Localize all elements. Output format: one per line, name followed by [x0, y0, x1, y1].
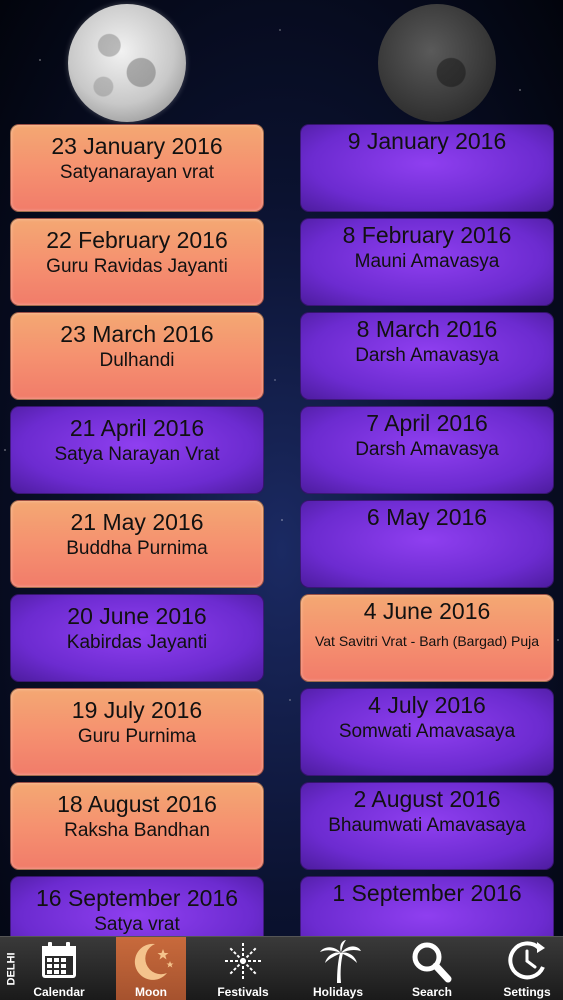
card-date: 19 July 2016 [71, 697, 203, 723]
amavasya-card[interactable]: 6 May 2016 [300, 500, 554, 588]
card-date: 7 April 2016 [366, 410, 488, 436]
moon-icon [134, 943, 174, 980]
search-icon [412, 942, 452, 983]
clock-icon [508, 941, 545, 980]
tab-search[interactable]: Search [397, 937, 467, 1000]
card-event: Somwati Amavasaya [338, 721, 516, 742]
card-event: Mauni Amavasya [354, 251, 500, 272]
tab-bar: DELHI Calendar Moon Festivals Holidays S… [0, 936, 563, 1000]
card-event: Darsh Amavasya [355, 439, 499, 460]
card-event: Buddha Purnima [66, 538, 208, 559]
palm-tree-icon [320, 940, 361, 983]
tab-label: Search [411, 985, 453, 999]
card-date: 8 March 2016 [356, 316, 498, 342]
purnima-card[interactable]: 19 July 2016 Guru Purnima [10, 688, 264, 776]
card-date: 6 May 2016 [366, 504, 488, 530]
tab-holidays[interactable]: Holidays [303, 937, 373, 1000]
card-event: Darsh Amavasya [355, 345, 499, 366]
card-event: Satya vrat [94, 914, 180, 935]
amavasya-card[interactable]: 9 January 2016 [300, 124, 554, 212]
card-event: Satya Narayan Vrat [54, 444, 220, 465]
card-date: 4 June 2016 [363, 598, 491, 624]
card-event: Kabirdas Jayanti [66, 632, 208, 653]
card-event: Dulhandi [99, 350, 175, 371]
card-event: Vat Savitri Vrat - Barh (Bargad) Puja [314, 633, 540, 649]
amavasya-card[interactable]: 8 March 2016 Darsh Amavasya [300, 312, 554, 400]
card-date: 4 July 2016 [368, 692, 486, 718]
amavasya-card[interactable]: 4 June 2016 Vat Savitri Vrat - Barh (Barg… [300, 594, 554, 682]
tab-label: Calendar [33, 985, 85, 999]
card-date: 18 August 2016 [57, 791, 217, 817]
card-date: 23 January 2016 [51, 133, 223, 159]
tab-calendar[interactable]: Calendar [24, 937, 94, 1000]
tab-label: Festivals [217, 985, 269, 999]
purnima-card[interactable]: 20 June 2016 Kabirdas Jayanti [10, 594, 264, 682]
calendar-icon [42, 942, 76, 978]
card-event: Raksha Bandhan [64, 820, 210, 841]
tab-settings[interactable]: Settings [492, 937, 562, 1000]
card-event: Satyanarayan vrat [59, 162, 215, 183]
purnima-card[interactable]: 23 March 2016 Dulhandi [10, 312, 264, 400]
card-date: 9 January 2016 [347, 128, 507, 154]
card-date: 16 September 2016 [35, 885, 239, 911]
purnima-card[interactable]: 23 January 2016 Satyanarayan vrat [10, 124, 264, 212]
new-moon-icon [378, 4, 496, 122]
amavasya-card[interactable]: 7 April 2016 Darsh Amavasya [300, 406, 554, 494]
city-name: DELHI [5, 952, 17, 986]
card-event: Bhaumwati Amavasaya [328, 815, 526, 836]
card-date: 21 May 2016 [70, 509, 204, 535]
tab-moon[interactable]: Moon [116, 937, 186, 1000]
purnima-card[interactable]: 21 May 2016 Buddha Purnima [10, 500, 264, 588]
purnima-card[interactable]: 18 August 2016 Raksha Bandhan [10, 782, 264, 870]
tab-festivals[interactable]: Festivals [208, 937, 278, 1000]
city-label[interactable]: DELHI [0, 937, 22, 1000]
fireworks-icon [224, 942, 262, 980]
tab-label: Settings [503, 985, 551, 999]
card-date: 2 August 2016 [353, 786, 501, 812]
purnima-card[interactable]: 21 April 2016 Satya Narayan Vrat [10, 406, 264, 494]
amavasya-card[interactable]: 2 August 2016 Bhaumwati Amavasaya [300, 782, 554, 870]
card-date: 22 February 2016 [46, 227, 228, 253]
full-moon-icon [68, 4, 186, 122]
amavasya-card[interactable]: 8 February 2016 Mauni Amavasya [300, 218, 554, 306]
tab-label: Moon [135, 985, 167, 999]
card-date: 21 April 2016 [69, 415, 205, 441]
card-date: 1 September 2016 [332, 880, 522, 906]
purnima-card[interactable]: 22 February 2016 Guru Ravidas Jayanti [10, 218, 264, 306]
card-date: 23 March 2016 [60, 321, 214, 347]
card-date: 20 June 2016 [67, 603, 207, 629]
card-event: Guru Ravidas Jayanti [46, 256, 228, 277]
amavasya-card[interactable]: 4 July 2016 Somwati Amavasaya [300, 688, 554, 776]
card-date: 8 February 2016 [342, 222, 512, 248]
tab-label: Holidays [312, 985, 363, 999]
card-event: Guru Purnima [77, 726, 197, 747]
